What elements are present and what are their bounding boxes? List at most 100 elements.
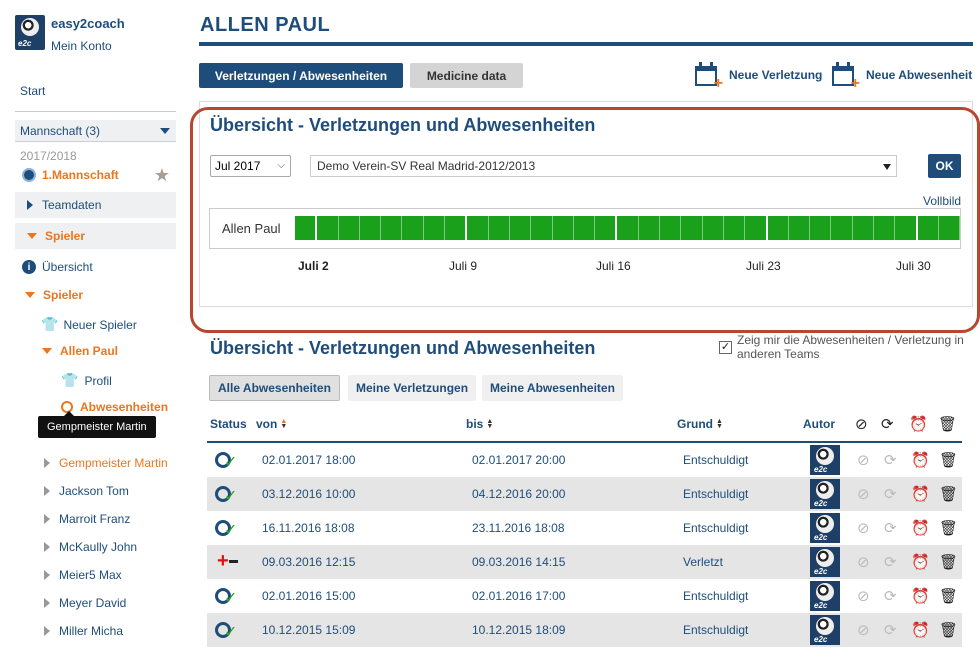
filter-all-absences[interactable]: Alle Abwesenheiten (209, 375, 340, 401)
sidebar-item-label: Übersicht (42, 260, 93, 274)
reason-cell: Entschuldigt (683, 589, 749, 603)
column-to[interactable]: bis ▲ ▼ (466, 417, 493, 431)
tooltip: Gempmeister Martin (38, 411, 156, 438)
sidebar-player-item[interactable]: Marroit Franz (44, 512, 130, 526)
sidebar-player-item[interactable]: Miller Micha (44, 624, 123, 638)
sidebar-item-spieler-sub[interactable]: Spieler (25, 288, 83, 302)
brand-logo: e2c (15, 15, 45, 50)
repeat-icon[interactable]: ⟳ (884, 451, 897, 469)
other-teams-checkbox-label: Zeig mir die Abwesenheiten / Verletzung … (737, 333, 964, 361)
alarm-icon[interactable]: ⏰ (911, 519, 930, 537)
repeat-icon[interactable]: ⟳ (884, 621, 897, 639)
table-row[interactable]: ✓ 03.12.2016 10:00 04.12.2016 20:00 Entschu… (207, 477, 962, 511)
absence-check-icon: ✓ (215, 586, 237, 607)
from-cell: 09.03.2016 12:15 (262, 555, 356, 569)
from-cell: 02.01.2016 15:00 (262, 589, 356, 603)
trash-icon[interactable]: 🗑 (939, 553, 958, 571)
trash-icon[interactable]: 🗑 (939, 451, 958, 469)
add-player-icon: 👕 (41, 316, 59, 332)
title-divider (199, 42, 973, 46)
team-icon (22, 168, 36, 182)
chevron-down-icon (25, 292, 35, 298)
alarm-icon[interactable]: ⏰ (911, 553, 930, 571)
table-row[interactable]: +09.03.2016 12:15 09.03.2016 14:15 Verletz… (207, 545, 962, 579)
other-teams-checkbox[interactable]: ✓ (719, 341, 732, 354)
attachment-icon: ⊘ (855, 416, 868, 433)
sidebar-item-profil[interactable]: 👕 Profil (61, 372, 112, 389)
trash-icon[interactable]: 🗑 (939, 519, 958, 537)
to-cell: 10.12.2015 18:09 (472, 623, 566, 637)
trash-icon[interactable]: 🗑 (939, 485, 958, 503)
sidebar-item-label: Teamdaten (42, 198, 102, 212)
repeat-icon[interactable]: ⟳ (884, 553, 897, 571)
absence-check-icon: ✓ (215, 450, 237, 471)
alarm-icon[interactable]: ⏰ (911, 621, 930, 639)
sidebar-item-teamdaten[interactable]: Teamdaten (15, 192, 176, 218)
new-absence-button[interactable]: + Neue Abwesenheit (832, 62, 972, 92)
trash-icon[interactable]: 🗑 (939, 621, 958, 639)
column-reason[interactable]: Grund ▲ ▼ (677, 417, 723, 431)
chevron-right-icon (44, 486, 50, 496)
alarm-icon[interactable]: ⏰ (911, 485, 930, 503)
star-icon[interactable]: ★ (154, 165, 170, 186)
attachment-icon[interactable]: ⊘ (857, 587, 870, 605)
chevron-right-icon (44, 514, 50, 524)
absence-check-icon: ✓ (215, 518, 237, 539)
sidebar-item-spieler[interactable]: Spieler (15, 223, 176, 249)
attachment-icon[interactable]: ⊘ (857, 553, 870, 571)
alarm-icon[interactable]: ⏰ (911, 451, 930, 469)
column-author: Autor (803, 417, 835, 431)
filter-my-absences[interactable]: Meine Abwesenheiten (482, 375, 623, 401)
repeat-icon[interactable]: ⟳ (884, 519, 897, 537)
tab-medicine-data[interactable]: Medicine data (410, 63, 523, 88)
sidebar-item-current-player[interactable]: Allen Paul (42, 344, 118, 358)
sidebar-item-label: Miller Micha (59, 624, 124, 638)
table-row[interactable]: ✓ 10.12.2015 15:09 10.12.2015 18:09 Entschu… (207, 613, 962, 647)
attachment-icon[interactable]: ⊘ (857, 485, 870, 503)
filter-my-injuries[interactable]: Meine Verletzungen (348, 375, 477, 401)
sidebar-player-item[interactable]: Meier5 Max (44, 568, 122, 582)
sidebar-item-team[interactable]: 1.Mannschaft ★ (22, 165, 170, 185)
new-injury-button[interactable]: + Neue Verletzung (695, 62, 823, 92)
attachment-icon[interactable]: ⊘ (857, 519, 870, 537)
sidebar-player-item[interactable]: Meyer David (44, 596, 126, 610)
sidebar-item-uebersicht[interactable]: i Übersicht (22, 260, 93, 274)
sidebar-player-item[interactable]: Jackson Tom (44, 484, 129, 498)
repeat-icon[interactable]: ⟳ (884, 485, 897, 503)
table-row[interactable]: ✓ 16.11.2016 18:08 23.11.2016 18:08 Entschu… (207, 511, 962, 545)
sidebar-item-abwesenheiten[interactable]: Abwesenheiten (61, 400, 168, 414)
team-select[interactable]: Mannschaft (3) (15, 120, 176, 142)
from-cell: 02.01.2017 18:00 (262, 453, 356, 467)
column-label: Status (210, 417, 247, 431)
chevron-right-icon (27, 200, 33, 210)
brand[interactable]: e2c easy2coach Mein Konto (15, 15, 125, 55)
sidebar: e2c easy2coach Mein Konto Start Mannscha… (0, 0, 190, 650)
attachment-icon[interactable]: ⊘ (857, 451, 870, 469)
author-avatar: e2c (810, 547, 840, 577)
sort-icon: ▲ ▼ (486, 418, 494, 430)
trash-icon[interactable]: 🗑 (939, 587, 958, 605)
author-avatar: e2c (810, 445, 840, 475)
sidebar-player-item[interactable]: Gempmeister Martin (44, 456, 168, 470)
attachment-icon[interactable]: ⊘ (857, 621, 870, 639)
table-row[interactable]: ✓ 02.01.2016 15:00 02.01.2016 17:00 Entschu… (207, 579, 962, 613)
reason-cell: Entschuldigt (683, 623, 749, 637)
shirt-icon: 👕 (61, 372, 79, 388)
column-from[interactable]: von ▲ ▼ (256, 417, 287, 431)
to-cell: 23.11.2016 18:08 (472, 521, 565, 535)
my-account-link[interactable]: Mein Konto (51, 37, 125, 55)
sidebar-item-label: Abwesenheiten (80, 400, 169, 414)
repeat-icon[interactable]: ⟳ (884, 587, 897, 605)
sidebar-player-item[interactable]: McKaully John (44, 540, 137, 554)
sidebar-item-label: Profil (84, 373, 112, 388)
chevron-down-icon (42, 348, 52, 354)
alarm-icon: ⏰ (909, 416, 928, 433)
sidebar-item-start[interactable]: Start (20, 84, 45, 98)
sidebar-item-label: Meier5 Max (59, 568, 122, 582)
sidebar-item-neuer-spieler[interactable]: 👕 Neuer Spieler (41, 316, 137, 333)
new-injury-label: Neue Verletzung (729, 68, 823, 82)
tab-injuries-absences[interactable]: Verletzungen / Abwesenheiten (199, 63, 403, 88)
list-title: Übersicht - Verletzungen und Abwesenheit… (210, 338, 596, 358)
table-row[interactable]: ✓ 02.01.2017 18:00 02.01.2017 20:00 Entschu… (207, 443, 962, 477)
alarm-icon[interactable]: ⏰ (911, 587, 930, 605)
